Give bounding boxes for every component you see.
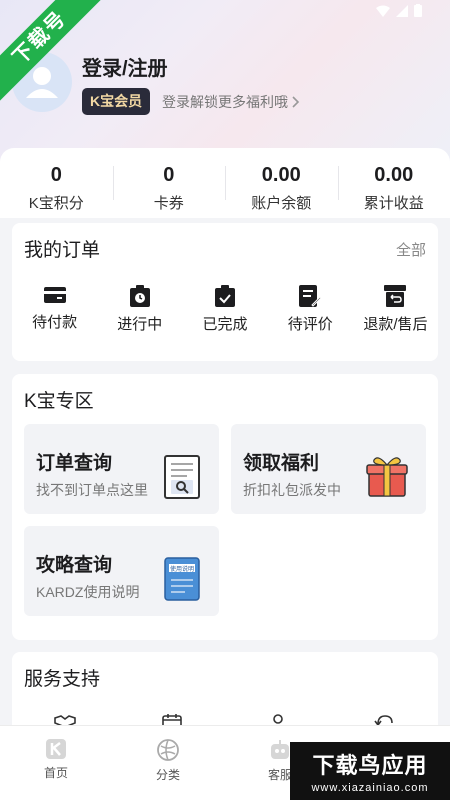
stat-value: 0.00 [374,164,414,186]
tile-subtitle: 折扣礼包派发中 [243,482,341,498]
wifi-icon [376,5,390,17]
tile-subtitle: 找不到订单点这里 [36,482,148,498]
stat-earnings[interactable]: 0.00 累计收益 [337,148,450,218]
order-label: 进行中 [117,316,163,333]
chevron-right-icon [292,96,300,108]
order-completed[interactable]: 已完成 [182,285,267,334]
tab-label: 分类 [155,768,180,782]
battery-icon [414,4,422,17]
stat-coupons[interactable]: 0 卡券 [112,148,226,218]
watermark-url: www.xiazainiao.com [311,782,429,794]
tile-order-query[interactable]: 订单查询 找不到订单点这里 [24,424,219,514]
stat-label: 账户余额 [251,195,312,212]
tile-title: 领取福利 [243,453,320,474]
order-label: 已完成 [202,316,248,333]
stat-value: 0 [50,164,62,186]
manual-cover-text: 使用说明 [170,565,194,573]
home-k-icon [46,739,66,759]
stat-value: 0 [163,164,175,186]
my-orders-card: 我的订单 全部 待付款 进行中 已完成 待评价 退款/售后 [12,223,438,361]
check-clipboard-icon [215,285,235,307]
stat-label: K宝积分 [28,195,84,212]
stat-label: 累计收益 [363,195,424,212]
signal-icon [396,4,408,17]
tab-home[interactable]: 首页 [0,726,112,800]
watermark-title: 下载鸟应用 [312,753,428,778]
robot-icon [271,740,289,759]
stat-points[interactable]: 0 K宝积分 [0,148,113,218]
member-promo-text: 登录解锁更多福利哦 [162,94,288,110]
k-zone-card: K宝专区 订单查询 找不到订单点这里 领取福利 折扣礼包派发中 攻略查询 KAR… [12,374,438,640]
stat-label: 卡券 [153,195,184,212]
stats-card: 0 K宝积分 0 卡券 0.00 账户余额 0.00 累计收益 [0,148,450,218]
status-bar [376,4,422,17]
watermark-ribbon: 下载号 [0,0,150,150]
tile-subtitle: KARDZ使用说明 [36,584,140,600]
manual-book-icon: 使用说明 [164,557,200,601]
order-label: 退款/售后 [363,316,428,333]
order-label: 待评价 [287,316,333,333]
gift-icon [366,457,408,497]
category-icon [157,739,179,761]
clock-clipboard-icon [129,285,150,307]
watermark-logo: 下载鸟应用 www.xiazainiao.com [290,742,450,800]
magnifier-doc-icon [164,455,200,499]
order-refund[interactable]: 退款/售后 [353,285,438,334]
stat-balance[interactable]: 0.00 账户余额 [225,148,338,218]
tab-label: 首页 [43,766,68,780]
order-in-progress[interactable]: 进行中 [97,285,182,334]
tile-claim-benefits[interactable]: 领取福利 折扣礼包派发中 [231,424,426,514]
section-title: K宝专区 [24,391,94,412]
member-promo-link[interactable]: 登录解锁更多福利哦 [162,92,300,112]
tile-guide-query[interactable]: 攻略查询 KARDZ使用说明 使用说明 [24,526,219,616]
order-to-review[interactable]: 待评价 [268,285,353,334]
edit-note-icon [299,285,322,307]
watermark-ribbon-text: 下载号 [0,0,115,113]
return-box-icon [384,285,407,307]
tab-category[interactable]: 分类 [112,726,224,800]
order-pending-payment[interactable]: 待付款 [12,285,97,334]
order-status-row: 待付款 进行中 已完成 待评价 退款/售后 [12,285,438,334]
section-title: 服务支持 [24,669,101,690]
section-title: 我的订单 [24,240,101,261]
order-label: 待付款 [32,314,78,331]
all-orders-link[interactable]: 全部 [396,239,426,260]
tile-title: 攻略查询 [36,555,113,576]
stat-value: 0.00 [261,164,301,186]
card-icon [43,287,66,303]
tile-title: 订单查询 [36,453,113,474]
